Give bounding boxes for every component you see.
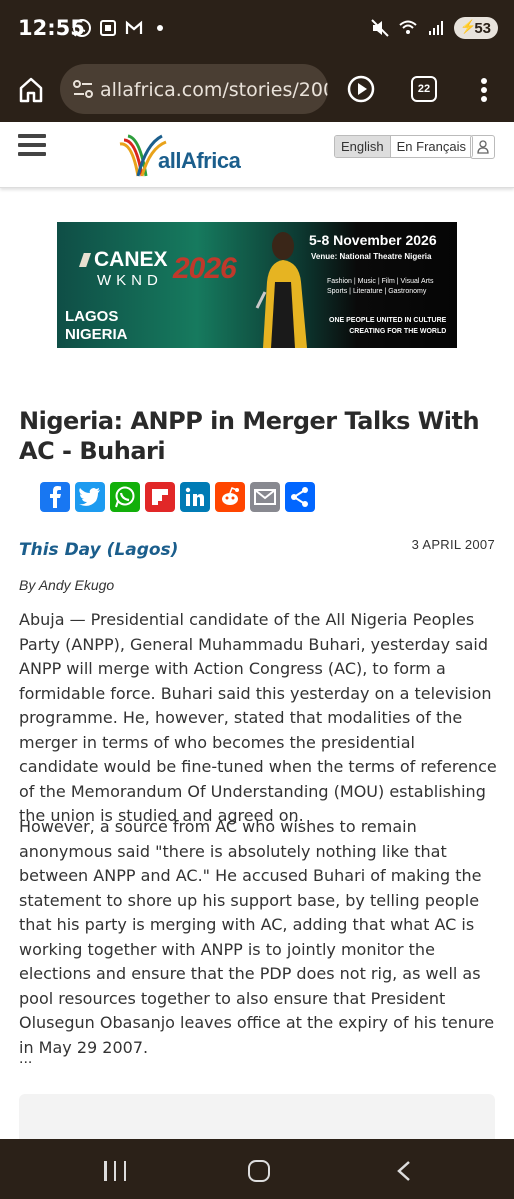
signal-icon xyxy=(426,18,446,38)
home-button[interactable] xyxy=(16,75,46,105)
tab-switcher-button[interactable]: 22 xyxy=(411,76,437,102)
ad-brand: CANEX xyxy=(79,248,168,272)
site-header: allAfrica English En Français xyxy=(0,122,514,188)
ad-categories: Fashion | Music | Film | Visual Arts Spo… xyxy=(327,278,434,295)
lang-french-button[interactable]: En Français xyxy=(390,136,473,157)
article-paragraph-2: However, a source from AC who wishes to … xyxy=(19,817,495,1057)
article-paragraph-1: Abuja — Presidential candidate of the Al… xyxy=(19,610,497,825)
performer-image xyxy=(255,232,307,348)
user-icon xyxy=(476,140,489,154)
share-buttons xyxy=(40,482,315,512)
flipboard-share-icon[interactable] xyxy=(145,482,175,512)
system-icons: ⚡ 53 xyxy=(370,17,498,39)
ad-location: LAGOS NIGERIA xyxy=(65,308,128,344)
charging-icon: ⚡ xyxy=(460,19,477,34)
canex-logo-icon xyxy=(79,253,91,267)
ad-tagline: ONE PEOPLE UNITED IN CULTURE CREATING FO… xyxy=(329,317,447,335)
home-nav-icon[interactable] xyxy=(248,1160,270,1182)
article-source[interactable]: This Day (Lagos) xyxy=(19,540,178,560)
back-icon[interactable] xyxy=(396,1160,412,1182)
screenshot-icon xyxy=(98,18,118,38)
ad-year: 2026 xyxy=(173,252,237,285)
overflow-menu-button[interactable] xyxy=(478,75,490,105)
whatsapp-share-icon[interactable] xyxy=(110,482,140,512)
address-bar[interactable]: allafrica.com/stories/20070 xyxy=(60,64,328,114)
wifi-icon xyxy=(398,18,418,38)
email-share-icon[interactable] xyxy=(250,482,280,512)
logo-text[interactable]: allAfrica xyxy=(158,148,241,174)
allafrica-logo[interactable]: allAfrica xyxy=(118,130,248,180)
battery-icon: ⚡ 53 xyxy=(454,17,498,39)
gmail-icon xyxy=(124,18,144,38)
site-settings-icon[interactable] xyxy=(72,79,94,99)
dot-icon xyxy=(150,18,170,38)
user-account-button[interactable] xyxy=(470,135,495,159)
ad-wknd: WKND xyxy=(97,272,163,289)
article-byline: By Andy Ekugo xyxy=(19,577,115,593)
ad-country: NIGERIA xyxy=(65,326,128,343)
article-truncation: ... xyxy=(19,1050,33,1067)
reddit-share-icon[interactable] xyxy=(215,482,245,512)
more-vert-icon xyxy=(481,78,487,102)
ad-venue: Venue: National Theatre Nigeria xyxy=(311,252,432,261)
linkedin-share-icon[interactable] xyxy=(180,482,210,512)
ad-city: LAGOS xyxy=(65,308,119,325)
facebook-share-icon[interactable] xyxy=(40,482,70,512)
play-icon xyxy=(347,75,375,103)
system-navigation-bar xyxy=(0,1139,514,1199)
mute-icon xyxy=(370,18,390,38)
status-bar: 12:55 ⚡ 53 xyxy=(0,0,514,58)
url-text[interactable]: allafrica.com/stories/20070 xyxy=(100,79,328,101)
ad-banner[interactable]: CANEX WKND 2026 LAGOS NIGERIA 5-8 Novemb… xyxy=(57,222,457,348)
lang-english-button[interactable]: English xyxy=(335,136,391,157)
home-icon xyxy=(19,77,43,103)
share-share-icon[interactable] xyxy=(285,482,315,512)
article-headline: Nigeria: ANPP in Merger Talks With AC - … xyxy=(19,407,480,465)
hamburger-menu-icon[interactable] xyxy=(18,134,46,156)
notification-icons xyxy=(72,18,170,38)
article-date: 3 APRIL 2007 xyxy=(411,537,495,552)
ad-dates: 5-8 November 2026 xyxy=(309,232,437,248)
listen-button[interactable] xyxy=(346,74,376,104)
language-switcher: English En Français xyxy=(334,135,474,158)
browser-toolbar: allafrica.com/stories/20070 22 xyxy=(0,58,514,122)
recents-icon[interactable] xyxy=(104,1161,126,1181)
whatsapp-icon xyxy=(72,18,92,38)
twitter-share-icon[interactable] xyxy=(75,482,105,512)
